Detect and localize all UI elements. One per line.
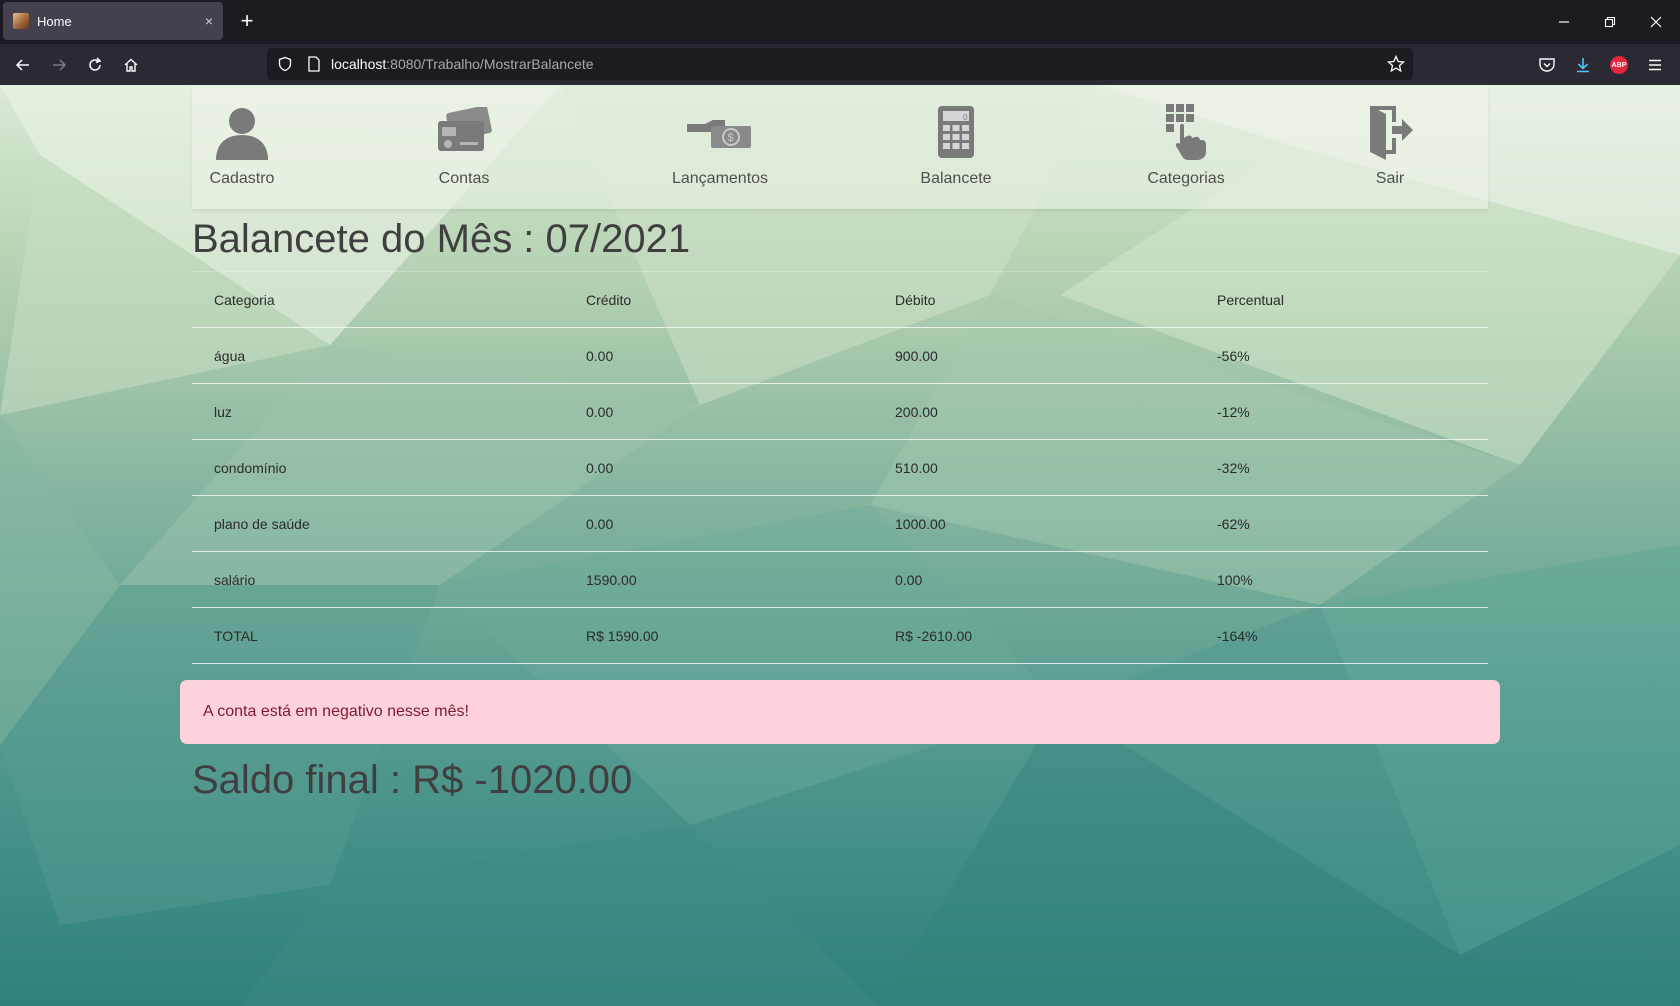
cell-percentual: -12%	[1195, 383, 1488, 440]
table-row: luz 0.00 200.00 -12%	[192, 383, 1488, 440]
minimize-icon	[1559, 21, 1569, 23]
cell-categoria: água	[192, 327, 564, 384]
menu-label-lancamentos: Lançamentos	[671, 170, 769, 187]
calculator-icon: 0	[921, 101, 991, 163]
menu-label-contas: Contas	[438, 170, 490, 187]
cell-categoria: luz	[192, 383, 564, 440]
user-icon	[207, 101, 277, 163]
close-icon	[1650, 16, 1662, 28]
table-total-row: TOTAL R$ 1590.00 R$ -2610.00 -164%	[192, 607, 1488, 664]
menu-label-categorias: Categorias	[1147, 170, 1225, 187]
cell-categoria: plano de saúde	[192, 495, 564, 552]
column-header-credito: Crédito	[564, 271, 873, 328]
cell-credito: 0.00	[564, 439, 873, 496]
cell-credito: 1590.00	[564, 551, 873, 608]
cell-credito: 0.00	[564, 327, 873, 384]
table-row: água 0.00 900.00 -56%	[192, 327, 1488, 384]
table-row: condomínio 0.00 510.00 -32%	[192, 439, 1488, 496]
table-row: plano de saúde 0.00 1000.00 -62%	[192, 495, 1488, 552]
page-icon	[308, 56, 320, 72]
menu-item-balancete[interactable]: 0 Balancete	[904, 85, 1008, 209]
browser-toolbar: localhost:8080/Trabalho/MostrarBalancete…	[0, 44, 1680, 85]
favicon-icon	[13, 13, 29, 29]
menu-item-sair[interactable]: Sair	[1360, 85, 1420, 209]
cell-percentual: -62%	[1195, 495, 1488, 552]
final-balance: Saldo final : R$ -1020.00	[192, 758, 633, 802]
adblock-plus-button[interactable]: ABP	[1609, 55, 1629, 75]
column-header-debito: Débito	[873, 271, 1195, 328]
cell-total-debito: R$ -2610.00	[873, 607, 1195, 664]
table-header-row: Categoria Crédito Débito Percentual	[192, 271, 1488, 328]
home-icon	[124, 58, 138, 72]
pocket-icon	[1539, 58, 1555, 72]
cell-debito: 0.00	[873, 551, 1195, 608]
arrow-right-icon	[53, 59, 67, 71]
page-viewport: Cadastro Contas $ Lançamentos 0 Balancet…	[0, 85, 1680, 1006]
page-container: Cadastro Contas $ Lançamentos 0 Balancet…	[180, 85, 1500, 803]
tab-close-button[interactable]: ×	[205, 13, 213, 29]
forward-button[interactable]	[44, 50, 74, 80]
cell-debito: 900.00	[873, 327, 1195, 384]
negative-balance-alert: A conta está em negativo nesse mês!	[180, 680, 1500, 744]
credit-card-icon	[429, 101, 499, 163]
keypad-touch-icon	[1151, 101, 1221, 163]
cell-percentual: -32%	[1195, 439, 1488, 496]
downloads-button[interactable]	[1573, 55, 1593, 75]
adblock-icon: ABP	[1610, 56, 1628, 74]
table-row: salário 1590.00 0.00 100%	[192, 551, 1488, 608]
main-menu: Cadastro Contas $ Lançamentos 0 Balancet…	[192, 85, 1488, 209]
balance-table: Categoria Crédito Débito Percentual água…	[192, 271, 1488, 664]
cell-total-credito: R$ 1590.00	[564, 607, 873, 664]
cell-total-label: TOTAL	[192, 607, 564, 664]
cell-credito: 0.00	[564, 383, 873, 440]
column-header-categoria: Categoria	[192, 271, 564, 328]
exit-door-icon	[1355, 101, 1425, 163]
restore-button[interactable]	[1587, 0, 1633, 44]
url-host: localhost	[331, 56, 387, 72]
page-title: Balancete do Mês : 07/2021	[192, 217, 691, 261]
column-header-percentual: Percentual	[1195, 271, 1488, 328]
cell-debito: 510.00	[873, 439, 1195, 496]
cell-categoria: condomínio	[192, 439, 564, 496]
cell-percentual: 100%	[1195, 551, 1488, 608]
cell-credito: 0.00	[564, 495, 873, 552]
svg-text:$: $	[728, 132, 734, 144]
browser-tab[interactable]: Home ×	[3, 2, 223, 40]
menu-label-cadastro: Cadastro	[209, 170, 275, 187]
menu-item-lancamentos[interactable]: $ Lançamentos	[662, 85, 778, 209]
menu-item-contas[interactable]: Contas	[418, 85, 510, 209]
cell-categoria: salário	[192, 551, 564, 608]
arrow-left-icon	[15, 59, 29, 71]
reload-button[interactable]	[80, 50, 110, 80]
browser-tab-bar: Home × +	[0, 0, 1680, 44]
shield-icon[interactable]	[277, 56, 293, 72]
menu-item-categorias[interactable]: Categorias	[1138, 85, 1234, 209]
cell-percentual: -56%	[1195, 327, 1488, 384]
tab-title: Home	[37, 13, 72, 29]
cash-hand-icon: $	[685, 101, 755, 163]
reload-icon	[89, 57, 102, 71]
download-icon	[1577, 58, 1589, 73]
menu-item-cadastro[interactable]: Cadastro	[196, 85, 288, 209]
url-bar[interactable]: localhost:8080/Trabalho/MostrarBalancete	[267, 48, 1413, 80]
menu-label-balancete: Balancete	[920, 170, 992, 187]
menu-label-sair: Sair	[1375, 170, 1405, 187]
restore-icon	[1604, 16, 1616, 28]
bookmark-star-icon[interactable]	[1387, 55, 1405, 73]
url-path: :8080/Trabalho/MostrarBalancete	[386, 56, 594, 72]
svg-text:0: 0	[963, 113, 968, 122]
cell-total-percentual: -164%	[1195, 607, 1488, 664]
hamburger-menu-icon	[1649, 59, 1661, 71]
pocket-button[interactable]	[1537, 55, 1557, 75]
close-window-button[interactable]	[1633, 0, 1679, 44]
back-button[interactable]	[8, 50, 38, 80]
app-menu-button[interactable]	[1645, 55, 1665, 75]
new-tab-button[interactable]: +	[233, 8, 261, 36]
minimize-button[interactable]	[1541, 0, 1587, 44]
cell-debito: 1000.00	[873, 495, 1195, 552]
home-button[interactable]	[116, 50, 146, 80]
cell-debito: 200.00	[873, 383, 1195, 440]
